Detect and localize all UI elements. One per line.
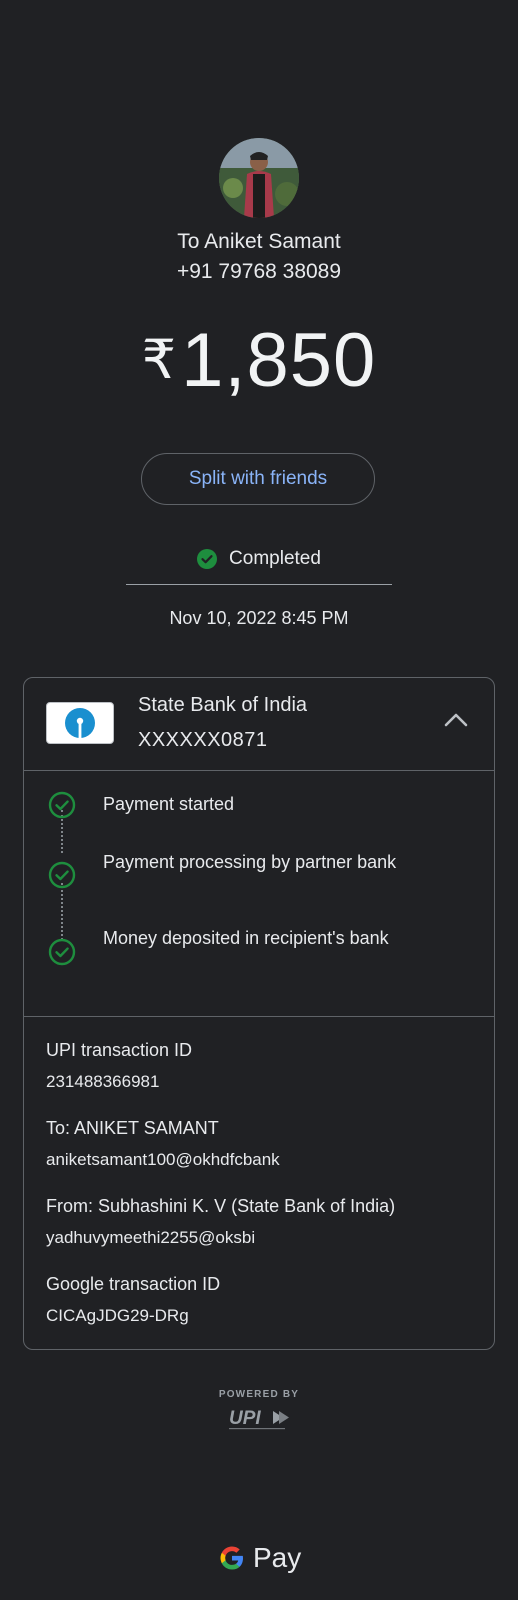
status-label: Completed: [229, 548, 321, 569]
to-upi-id: aniketsamant100@okhdfcbank: [46, 1150, 280, 1169]
check-circle-icon: [197, 549, 218, 569]
check-circle-outline-icon: [48, 861, 76, 889]
amount-value: 1,850: [181, 318, 377, 403]
bank-name: State Bank of India: [138, 694, 308, 716]
gpay-text: Pay: [253, 1542, 302, 1573]
transaction-details-card: State Bank of India XXXXXX0871 Payment s…: [23, 677, 495, 1350]
powered-by-label: POWERED BY: [218, 1389, 300, 1400]
status-divider: [126, 584, 392, 585]
currency-symbol: ₹: [141, 330, 178, 390]
from-label: From: Subhashini K. V (State Bank of Ind…: [46, 1196, 396, 1216]
upi-logo-text: UPI: [229, 1408, 261, 1429]
bank-account-number: XXXXXX0871: [138, 729, 268, 751]
upi-transaction-id-label: UPI transaction ID: [46, 1040, 193, 1060]
google-transaction-id-value: CICAgJDG29-DRg: [46, 1306, 189, 1325]
card-divider: [24, 770, 494, 771]
from-upi-id: yadhuvymeethi2255@oksbi: [46, 1228, 256, 1247]
recipient-name: To Aniket Samant: [177, 230, 341, 253]
check-circle-outline-icon: [48, 791, 76, 819]
payment-amount: ₹1,850: [0, 320, 518, 401]
google-transaction-id-label: Google transaction ID: [46, 1274, 221, 1294]
google-pay-logo: Pay: [217, 1540, 301, 1576]
upi-transaction-id-value: 231488366981: [46, 1072, 160, 1091]
sbi-logo-icon: [46, 702, 114, 744]
google-g-icon: [220, 1546, 243, 1570]
chevron-up-icon[interactable]: [442, 708, 470, 732]
transaction-datetime: Nov 10, 2022 8:45 PM: [169, 608, 349, 628]
step-label: Payment processing by partner bank: [103, 852, 397, 872]
payment-status: Completed: [0, 548, 518, 575]
step-label: Money deposited in recipient's bank: [103, 928, 389, 948]
step-label: Payment started: [103, 794, 235, 814]
recipient-avatar: [219, 138, 299, 218]
step-connector: [61, 883, 63, 940]
recipient-phone: +91 79768 38089: [176, 260, 342, 283]
upi-logo-icon: UPI: [229, 1408, 289, 1430]
split-with-friends-button[interactable]: Split with friends: [141, 453, 375, 505]
card-divider: [24, 1016, 494, 1017]
to-label: To: ANIKET SAMANT: [46, 1118, 219, 1138]
check-circle-outline-icon: [48, 938, 76, 966]
